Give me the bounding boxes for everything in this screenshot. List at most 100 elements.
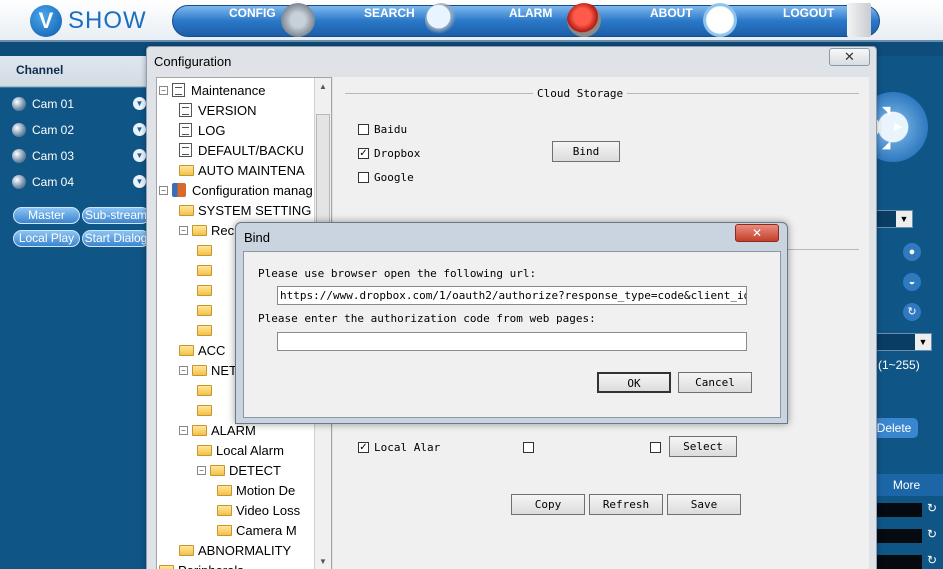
tree-item-label: Local Alarm — [216, 442, 284, 458]
baidu-label: Baidu — [374, 123, 408, 136]
camera-icon — [12, 123, 26, 137]
lightbulb-icon[interactable]: ● — [903, 243, 921, 261]
tree-expander-icon[interactable]: − — [197, 465, 206, 475]
nav-alarm-label: ALARM — [509, 6, 553, 20]
chevron-down-icon[interactable]: ▼ — [133, 123, 146, 136]
tree-item[interactable]: − Rec — [179, 220, 234, 240]
select-button[interactable]: Select — [669, 436, 737, 457]
chevron-down-icon[interactable]: ▼ — [133, 97, 146, 110]
tree-item[interactable] — [197, 260, 216, 280]
tree-item[interactable]: SYSTEM SETTING — [179, 200, 311, 220]
nav-config[interactable]: CONFIG — [229, 6, 276, 38]
cam-row[interactable]: Cam 02 ▼ — [12, 120, 150, 140]
bind-button[interactable]: Bind — [552, 141, 620, 162]
nav-logout[interactable]: LOGOUT — [783, 6, 834, 38]
tree-expander-icon[interactable]: − — [179, 365, 188, 375]
url-prompt: Please use browser open the following ur… — [258, 267, 537, 280]
arrow-up-right-icon[interactable]: ◥ — [882, 104, 890, 117]
local-play-button[interactable]: Local Play — [13, 230, 80, 247]
folder-icon — [197, 244, 212, 256]
url-field[interactable]: https://www.dropbox.com/1/oauth2/authori… — [277, 286, 747, 305]
option-checkbox[interactable] — [650, 442, 661, 453]
tree-item[interactable]: − Maintenance — [159, 80, 265, 100]
copy-button[interactable]: Copy — [511, 494, 585, 515]
nav-alarm[interactable]: ALARM — [509, 6, 552, 38]
delete-button[interactable]: Delete — [870, 418, 918, 438]
tree-item[interactable]: ABNORMALITY — [179, 540, 291, 560]
master-button[interactable]: Master — [13, 207, 80, 224]
logo-text: SHOW — [68, 7, 147, 34]
close-icon[interactable]: ✕ — [735, 224, 779, 242]
dropbox-checkbox[interactable]: ✓ — [358, 148, 369, 159]
tree-item-label: Video Loss — [236, 502, 301, 518]
tree-item[interactable]: DEFAULT/BACKU — [179, 140, 304, 160]
cam-row[interactable]: Cam 04 ▼ — [12, 172, 150, 192]
scroll-down-icon[interactable]: ▼ — [315, 553, 331, 569]
refresh-icon[interactable]: ↻ — [927, 527, 937, 541]
local-alarm-checkbox[interactable]: ✓ — [358, 442, 369, 453]
tree-expander-icon[interactable]: − — [159, 85, 168, 95]
arrow-right-icon[interactable]: ▶ — [894, 120, 902, 133]
auth-code-field[interactable] — [277, 332, 747, 351]
chevron-down-icon[interactable]: ▼ — [133, 175, 146, 188]
refresh-icon[interactable]: ↻ — [927, 553, 937, 567]
tree-item[interactable]: − DETECT — [197, 460, 281, 480]
save-button[interactable]: Save — [667, 494, 741, 515]
tree-item[interactable]: − Configuration manag — [159, 180, 313, 200]
door-icon[interactable] — [847, 3, 871, 37]
preset-select[interactable]: ▼ — [870, 333, 932, 351]
tree-item[interactable]: Video Loss — [217, 500, 300, 520]
wiper-icon[interactable]: ◒ — [903, 273, 921, 291]
nav-logout-label: LOGOUT — [783, 6, 835, 20]
baidu-checkbox[interactable] — [358, 124, 369, 135]
tree-item[interactable]: Motion De — [217, 480, 295, 500]
rotate-icon[interactable]: ↻ — [903, 303, 921, 321]
gear-icon[interactable] — [281, 3, 315, 37]
tree-item[interactable]: Camera M — [217, 520, 297, 540]
ok-button[interactable]: OK — [597, 372, 671, 393]
tree-item[interactable] — [197, 300, 216, 320]
cam-row[interactable]: Cam 01 ▼ — [12, 94, 150, 114]
tree-expander-icon[interactable]: − — [179, 425, 188, 435]
tree-item[interactable]: VERSION — [179, 100, 257, 120]
cancel-button[interactable]: Cancel — [678, 372, 752, 393]
tree-item[interactable] — [197, 280, 216, 300]
tree-item[interactable]: Local Alarm — [197, 440, 284, 460]
refresh-button[interactable]: Refresh — [589, 494, 663, 515]
chevron-down-icon[interactable]: ▼ — [915, 334, 931, 350]
cam-row[interactable]: Cam 03 ▼ — [12, 146, 150, 166]
magnifier-icon[interactable] — [425, 3, 459, 37]
nav-search[interactable]: SEARCH — [364, 6, 415, 38]
channel-panel: Channel Cam 01 ▼ Cam 02 ▼ Cam 03 ▼ Cam 0… — [0, 56, 150, 569]
tree-item[interactable]: AUTO MAINTENA — [179, 160, 305, 180]
start-dialog-button[interactable]: Start Dialog — [82, 230, 150, 247]
folder-icon — [192, 224, 207, 236]
tree-item[interactable]: ACC — [179, 340, 225, 360]
tree-item[interactable] — [197, 400, 216, 420]
tree-item[interactable]: − NET — [179, 360, 237, 380]
tree-item[interactable]: Peripherals — [159, 560, 244, 569]
more-button[interactable]: More — [870, 474, 943, 496]
smiley-icon[interactable] — [703, 3, 737, 37]
chevron-down-icon[interactable]: ▼ — [896, 211, 912, 227]
tree-item[interactable] — [197, 380, 216, 400]
option-checkbox[interactable] — [523, 442, 534, 453]
tree-item[interactable]: LOG — [179, 120, 225, 140]
cam-label: Cam 03 — [32, 149, 75, 163]
tree-expander-icon[interactable]: − — [159, 185, 168, 195]
tree-item[interactable] — [197, 320, 216, 340]
sub-stream-button[interactable]: Sub-stream — [82, 207, 150, 224]
folder-icon — [210, 464, 225, 476]
arrow-down-right-icon[interactable]: ◢ — [882, 138, 890, 151]
scroll-up-icon[interactable]: ▲ — [315, 78, 331, 95]
camera-icon — [12, 149, 26, 163]
nav-about[interactable]: ABOUT — [650, 6, 693, 38]
status-field — [870, 529, 922, 543]
refresh-icon[interactable]: ↻ — [927, 501, 937, 515]
google-checkbox[interactable] — [358, 172, 369, 183]
siren-icon[interactable] — [567, 3, 601, 37]
tree-expander-icon[interactable]: − — [179, 225, 188, 235]
chevron-down-icon[interactable]: ▼ — [133, 149, 146, 162]
tree-item[interactable] — [197, 240, 216, 260]
close-icon[interactable]: ✕ — [829, 48, 870, 66]
